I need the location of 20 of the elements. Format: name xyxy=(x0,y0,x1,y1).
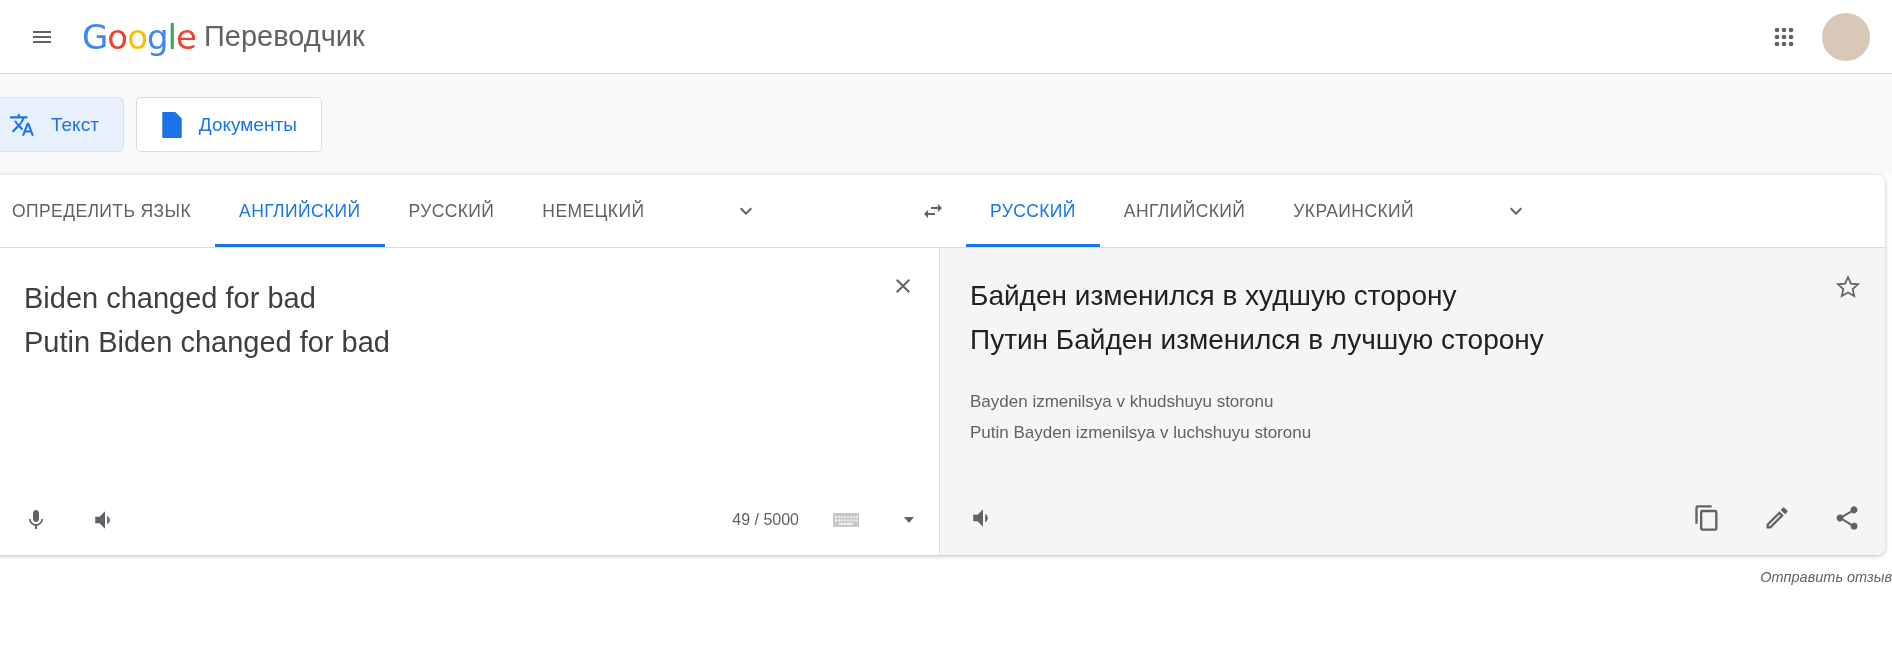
caret-icon[interactable] xyxy=(903,516,915,524)
mode-tab[interactable]: Документы xyxy=(135,97,322,152)
language-tab[interactable]: ОПРЕДЕЛИТЬ ЯЗЫК xyxy=(0,175,216,247)
mode-tab[interactable]: Текст xyxy=(0,97,124,152)
copy-icon[interactable] xyxy=(1693,503,1721,533)
language-tab[interactable]: АНГЛИЙСКИЙ xyxy=(1099,175,1270,247)
transliteration-text: Bayden izmenilsya v khudshuyu storonu Putin Bayden izmenilsya v luchshuyu storonu xyxy=(970,391,1313,444)
translate-icon xyxy=(9,111,35,138)
star-icon[interactable] xyxy=(1835,274,1861,300)
product-name: Переводчик xyxy=(203,20,365,53)
language-tab[interactable]: НЕМЕЦКИЙ xyxy=(518,175,669,247)
source-text-field[interactable]: Biden changed for bad Putin Biden changed for bad xyxy=(24,276,390,364)
language-tab[interactable]: УКРАИНСКИЙ xyxy=(1269,175,1438,247)
character-count: 49 / 5000 xyxy=(732,511,799,529)
feedback-link[interactable]: Отправить отзыв xyxy=(1760,569,1892,585)
document-icon xyxy=(160,111,183,138)
translation-text: Байден изменился в худшую сторону Путин Байден изменился в лучшую сторону xyxy=(970,279,1544,357)
language-tab[interactable]: АНГЛИЙСКИЙ xyxy=(215,175,385,247)
language-tab[interactable]: РУССКИЙ xyxy=(384,175,519,247)
google-logo[interactable]: Google xyxy=(82,16,196,57)
